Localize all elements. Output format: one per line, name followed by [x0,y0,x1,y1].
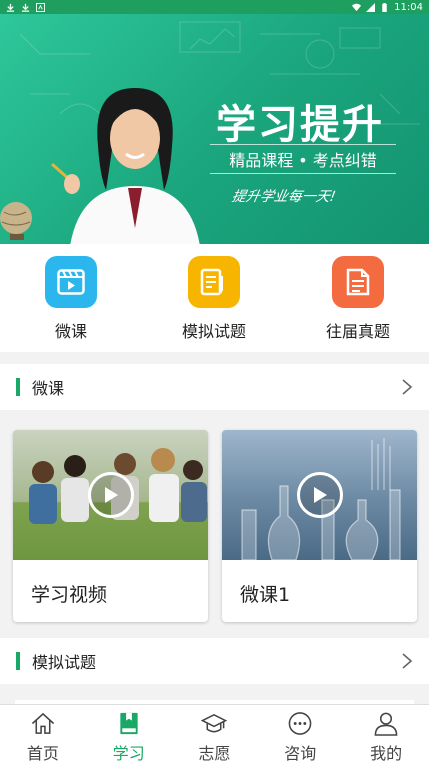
chevron-right-icon [402,653,413,669]
section-header-micro-course[interactable]: 微课 [0,364,429,410]
globe-decoration [0,202,32,240]
quick-item-past-papers[interactable]: 往届真题 [306,256,410,342]
student-photo [51,88,200,244]
system-icons: 11:04 [352,2,423,13]
signal-icon [366,2,376,12]
bottom-tab-bar: 首页 学习 志愿 咨询 我的 [0,704,429,764]
chat-icon [288,712,312,735]
chevron-right-icon [402,379,413,395]
tab-label: 首页 [26,744,59,763]
tab-label: 学习 [112,744,145,763]
section-accent-bar [16,378,20,396]
user-icon [374,712,398,736]
quick-item-micro-course[interactable]: 微课 [19,256,123,342]
course-title: 学习视频 [31,584,108,606]
course-card[interactable]: 微课1 [222,430,417,622]
book-icon [120,712,138,735]
quick-label: 往届真题 [325,322,390,341]
banner-subtitle-box: 精品课程 • 考点纠错 [210,144,396,174]
quick-label: 微课 [54,322,87,341]
document-icon [332,256,384,308]
video-icon [45,256,97,308]
course-thumbnail [13,430,208,560]
tab-mine[interactable]: 我的 [343,705,429,764]
course-title: 微课1 [240,584,291,606]
tab-label: 我的 [370,744,403,763]
section-header-mock-exam[interactable]: 模拟试题 [0,638,429,684]
tab-label: 咨询 [284,744,317,763]
tab-home[interactable]: 首页 [0,705,86,764]
battery-icon [382,2,387,12]
tab-label: 志愿 [198,744,231,763]
play-icon[interactable] [87,472,134,518]
download-icon [6,3,15,12]
section-title: 微课 [32,379,65,398]
graduation-cap-icon [201,713,228,733]
status-time: 11:04 [394,1,423,13]
quick-label: 模拟试题 [181,322,246,341]
download-icon [21,3,30,12]
status-bar: 11:04 [0,0,429,14]
banner-title: 学习提升 [216,102,384,148]
home-icon [31,712,54,734]
promo-banner[interactable]: 学习提升 精品课程 • 考点纠错 提升学业每一天! [0,14,429,244]
quick-item-mock-exam[interactable]: 模拟试题 [162,256,266,342]
wifi-icon [352,3,362,11]
banner-slogan: 提升学业每一天! [230,189,337,205]
course-thumbnail [222,430,417,560]
tab-study[interactable]: 学习 [86,705,172,764]
course-card[interactable]: 学习视频 [13,430,208,622]
banner-subtitle: 精品课程 • 考点纠错 [229,151,377,170]
play-icon[interactable] [296,472,343,518]
app-notification-icon [36,2,45,12]
section-title: 模拟试题 [32,653,97,672]
section-accent-bar [16,652,20,670]
tab-volunteer[interactable]: 志愿 [172,705,258,764]
quick-entry-panel: 微课 模拟试题 往届真题 [0,244,429,352]
notification-icons [6,2,45,12]
exam-pencil-icon [188,256,240,308]
tab-consult[interactable]: 咨询 [257,705,343,764]
